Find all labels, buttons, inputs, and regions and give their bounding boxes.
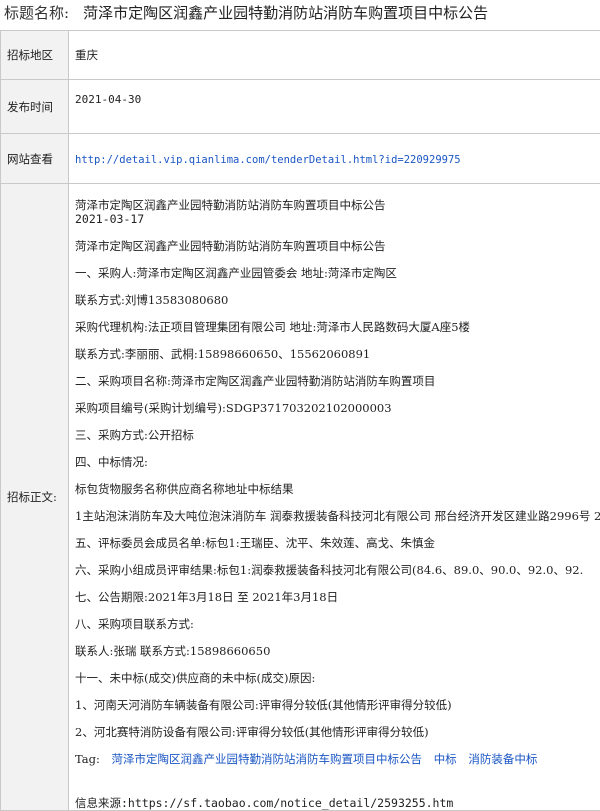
tag-link[interactable]: 消防装备中标 (468, 752, 537, 766)
body-line: 2021-03-17 (75, 212, 600, 226)
tag-link[interactable]: 菏泽市定陶区润鑫产业园特勤消防站消防车购置项目中标公告 (112, 752, 423, 766)
body-line: 四、中标情况: (75, 455, 600, 469)
body-label: 招标正文: (1, 184, 69, 811)
body-line: 八、采购项目联系方式: (75, 617, 600, 631)
body-line: 六、采购小组成员评审结果:标包1:润泰救援装备科技河北有限公司(84.6、89.… (75, 563, 600, 577)
tag-line: Tag: 菏泽市定陶区润鑫产业园特勤消防站消防车购置项目中标公告 中标 消防装备… (75, 752, 600, 766)
pubtime-row: 发布时间 2021-04-30 (1, 80, 600, 134)
body-line: 采购代理机构:法正项目管理集团有限公司 地址:菏泽市人民路数码大厦A座5楼 (75, 320, 600, 334)
body-line: 三、采购方式:公开招标 (75, 428, 600, 442)
body-line: 二、采购项目名称:菏泽市定陶区润鑫产业园特勤消防站消防车购置项目 (75, 374, 600, 388)
title-text: 菏泽市定陶区润鑫产业园特勤消防站消防车购置项目中标公告 (83, 4, 488, 22)
region-row: 招标地区 重庆 (1, 31, 600, 80)
tag-link[interactable]: 中标 (434, 752, 457, 766)
region-label: 招标地区 (1, 31, 69, 80)
body-line: 2、河北赛特消防设备有限公司:评审得分较低(其他情形评审得分较低) (75, 725, 600, 739)
body-line: 1主站泡沫消防车及大吨位泡沫消防车 润泰救援装备科技河北有限公司 邢台经济开发区… (75, 509, 600, 523)
body-line: 1、河南天河消防车辆装备有限公司:评审得分较低(其他情形评审得分较低) (75, 698, 600, 712)
url-row: 网站查看 http://detail.vip.qianlima.com/tend… (1, 134, 600, 184)
pubtime-value: 2021-04-30 (75, 93, 600, 106)
body-row: 招标正文: 菏泽市定陶区润鑫产业园特勤消防站消防车购置项目中标公告 2021-0… (1, 184, 600, 811)
body-line: 联系人:张瑞 联系方式:15898660650 (75, 644, 600, 658)
body-line: 菏泽市定陶区润鑫产业园特勤消防站消防车购置项目中标公告 (75, 239, 600, 253)
body-line: 五、评标委员会成员名单:标包1:王瑞臣、沈平、朱效莲、高戈、朱慎金 (75, 536, 600, 550)
body-line: 标包货物服务名称供应商名称地址中标结果 (75, 482, 600, 496)
region-value: 重庆 (69, 31, 600, 80)
announcement-content: 菏泽市定陶区润鑫产业园特勤消防站消防车购置项目中标公告 2021-03-17 菏… (75, 198, 600, 810)
tag-label: Tag: (75, 752, 100, 766)
detail-link[interactable]: http://detail.vip.qianlima.com/tenderDet… (75, 154, 461, 166)
body-line: 采购项目编号(采购计划编号):SDGP371703202102000003 (75, 401, 600, 415)
body-line: 一、采购人:菏泽市定陶区润鑫产业园管委会 地址:菏泽市定陶区 (75, 266, 600, 280)
body-line: 七、公告期限:2021年3月18日 至 2021年3月18日 (75, 590, 600, 604)
url-label: 网站查看 (1, 134, 69, 184)
body-line: 联系方式:李丽丽、武桐:15898660650、15562060891 (75, 347, 600, 361)
body-cell: 菏泽市定陶区润鑫产业园特勤消防站消防车购置项目中标公告 2021-03-17 菏… (69, 184, 600, 811)
body-line: 菏泽市定陶区润鑫产业园特勤消防站消防车购置项目中标公告 (75, 198, 600, 212)
body-line: 十一、未中标(成交)供应商的未中标(成交)原因: (75, 671, 600, 685)
body-line: 联系方式:刘博13583080680 (75, 293, 600, 307)
source-line: 信息来源:https://sf.taobao.com/notice_detail… (75, 796, 600, 810)
pubtime-label: 发布时间 (1, 80, 69, 134)
info-table: 招标地区 重庆 发布时间 2021-04-30 网站查看 http://deta… (0, 30, 600, 811)
page-title: 标题名称: 菏泽市定陶区润鑫产业园特勤消防站消防车购置项目中标公告 (4, 2, 488, 23)
title-label: 标题名称: (4, 4, 69, 22)
